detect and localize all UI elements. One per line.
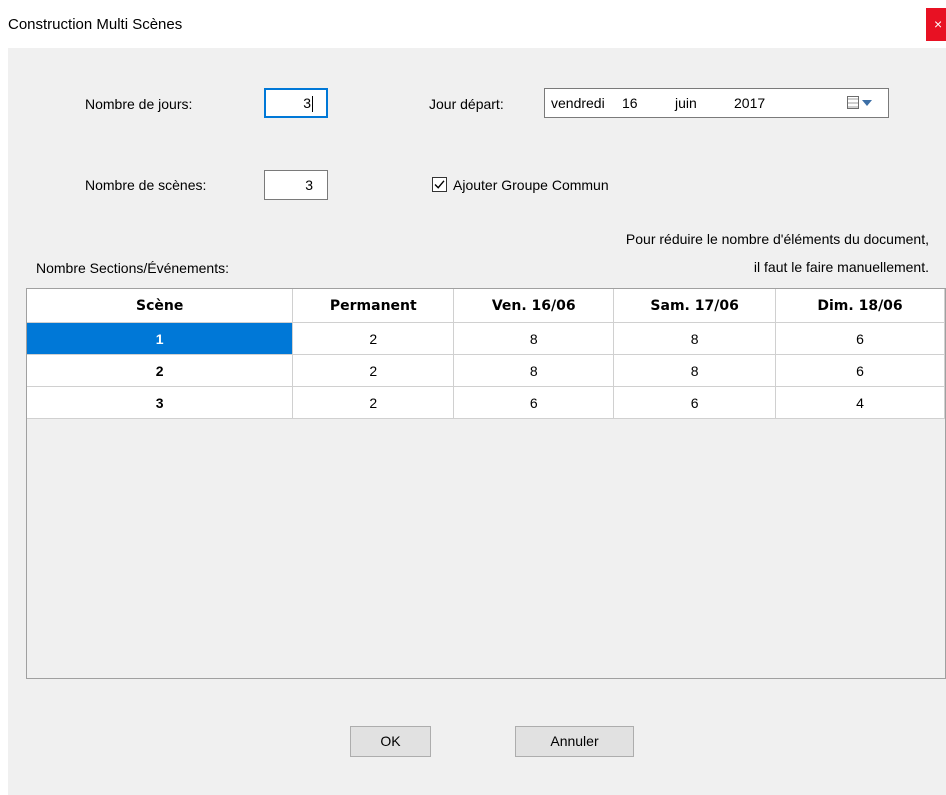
table-row[interactable]: 22886	[27, 354, 945, 387]
depart-day[interactable]: 16	[622, 89, 638, 117]
column-header[interactable]: Scène	[27, 289, 294, 323]
depart-label: Jour départ:	[429, 96, 504, 112]
scene-cell[interactable]: 3	[27, 386, 294, 419]
table-cell[interactable]: 8	[453, 322, 615, 355]
chevron-down-icon[interactable]	[862, 100, 872, 106]
table-header-row: Scène Permanent Ven. 16/06 Sam. 17/06 Dim. 1…	[27, 289, 945, 323]
table-cell[interactable]: 8	[613, 354, 777, 387]
depart-day-name[interactable]: vendredi	[551, 89, 605, 117]
sections-label: Nombre Sections/Événements:	[36, 260, 229, 276]
sections-grid[interactable]: Scène Permanent Ven. 16/06 Sam. 17/06 Dim. 1…	[26, 288, 946, 679]
title-bar: Construction Multi Scènes ×	[0, 0, 946, 48]
calendar-icon[interactable]	[847, 96, 859, 109]
close-button[interactable]: ×	[926, 8, 946, 41]
note-line-1: Pour réduire le nombre d'éléments du doc…	[625, 231, 929, 247]
column-header[interactable]: Permanent	[292, 289, 455, 323]
table-cell[interactable]: 2	[292, 386, 455, 419]
checkmark-icon	[434, 180, 445, 189]
jours-input[interactable]: 3	[264, 88, 328, 118]
table-cell[interactable]: 6	[775, 354, 945, 387]
text-caret	[312, 96, 313, 113]
table-cell[interactable]: 2	[292, 322, 455, 355]
ok-button[interactable]: OK	[350, 726, 431, 757]
cancel-button[interactable]: Annuler	[515, 726, 634, 757]
table-row[interactable]: 32664	[27, 386, 945, 419]
sections-table: Scène Permanent Ven. 16/06 Sam. 17/06 Dim. 1…	[27, 289, 945, 419]
depart-date-picker[interactable]: vendredi 16 juin 2017	[544, 88, 889, 118]
jours-label: Nombre de jours:	[85, 96, 193, 112]
table-body: 128862288632664	[27, 322, 945, 419]
scene-cell[interactable]: 2	[27, 354, 294, 387]
table-cell[interactable]: 6	[453, 386, 615, 419]
column-header[interactable]: Dim. 18/06	[775, 289, 945, 323]
column-header[interactable]: Sam. 17/06	[613, 289, 777, 323]
table-cell[interactable]: 8	[453, 354, 615, 387]
groupe-commun-label[interactable]: Ajouter Groupe Commun	[453, 177, 609, 193]
scenes-value: 3	[305, 177, 313, 193]
dialog-client: Nombre de jours: 3 Jour départ: vendredi…	[8, 48, 946, 795]
groupe-commun-checkbox[interactable]	[432, 177, 447, 192]
window-title: Construction Multi Scènes	[8, 16, 183, 33]
depart-year[interactable]: 2017	[734, 89, 765, 117]
scene-cell[interactable]: 1	[27, 322, 294, 355]
depart-month[interactable]: juin	[675, 89, 697, 117]
column-header[interactable]: Ven. 16/06	[453, 289, 615, 323]
scenes-input[interactable]: 3	[264, 170, 328, 200]
table-cell[interactable]: 6	[775, 322, 945, 355]
jours-value: 3	[303, 95, 311, 111]
scenes-label: Nombre de scènes:	[85, 177, 207, 193]
table-cell[interactable]: 2	[292, 354, 455, 387]
note-line-2: il faut le faire manuellement.	[753, 259, 929, 275]
table-cell[interactable]: 6	[613, 386, 777, 419]
table-cell[interactable]: 4	[775, 386, 945, 419]
close-icon: ×	[934, 16, 943, 32]
table-cell[interactable]: 8	[613, 322, 777, 355]
table-row[interactable]: 12886	[27, 322, 945, 355]
